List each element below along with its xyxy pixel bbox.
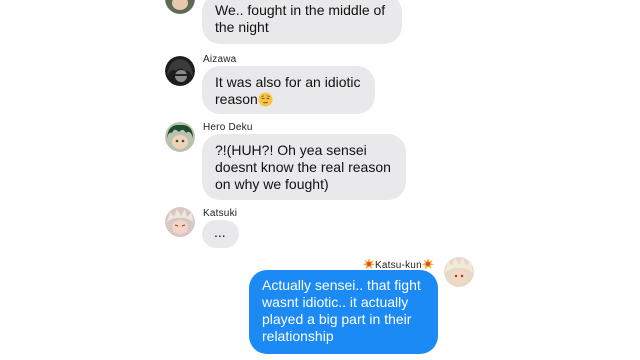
message-line: relationship	[262, 328, 334, 344]
message-bubble[interactable]: It was also for an idiotic reason	[202, 66, 375, 114]
sender-name: Katsuki	[203, 208, 238, 219]
message-line: wasnt idiotic.. it actually	[262, 294, 409, 310]
message-bubble[interactable]: ?!(HUH?! Oh yea sensei doesnt know the r…	[202, 134, 406, 200]
message-line: the night	[215, 19, 269, 35]
message-line: on why we fought)	[215, 176, 329, 192]
message-line: ?!(HUH?! Oh yea sensei	[215, 142, 367, 158]
sender-name: Hero Deku	[203, 122, 253, 133]
message-line: doesnt know the real reason	[215, 159, 391, 175]
message-bubble[interactable]: We.. fought in the middle of the night	[202, 0, 402, 44]
avatar-aizawa[interactable]	[165, 56, 195, 86]
message-line-with-emoji: reason	[215, 91, 362, 108]
message-line: We.. fought in the middle of	[215, 2, 386, 18]
message-bubble[interactable]: Actually sensei.. that fight wasnt idiot…	[249, 270, 438, 354]
message-line: Actually sensei.. that fight	[262, 277, 421, 293]
avatar-top[interactable]	[165, 0, 195, 14]
sender-name: Aizawa	[203, 54, 237, 65]
message-line: It was also for an idiotic	[215, 74, 361, 90]
message-line: played a big part in their	[262, 311, 412, 327]
avatar-katsu-kun[interactable]	[444, 257, 474, 287]
message-line: ...	[214, 224, 226, 240]
explosion-icon	[421, 258, 434, 270]
message-bubble[interactable]: ...	[202, 220, 239, 248]
relieved-face-emoji-icon	[258, 92, 273, 107]
avatar-hero-deku[interactable]	[165, 122, 195, 152]
avatar-katsuki[interactable]	[165, 207, 195, 237]
explosion-icon	[363, 258, 375, 270]
message-line: reason	[215, 91, 258, 107]
